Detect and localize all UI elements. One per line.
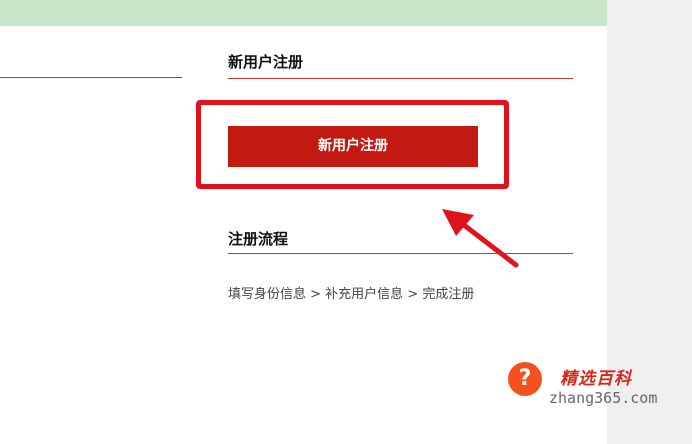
flow-section-divider bbox=[228, 253, 573, 254]
question-mark-icon: ? bbox=[508, 362, 542, 396]
red-arrow-icon bbox=[442, 209, 519, 268]
new-user-register-button[interactable]: 新用户注册 bbox=[228, 126, 478, 167]
top-banner bbox=[0, 0, 607, 26]
register-section-divider bbox=[228, 78, 573, 79]
register-flow-steps: 填写身份信息 > 补充用户信息 > 完成注册 bbox=[228, 287, 475, 302]
watermark-logo: ? 精选百科 zhang365.com bbox=[505, 356, 692, 422]
new-user-register-title: 新用户注册 bbox=[228, 53, 304, 71]
left-section-divider bbox=[0, 77, 182, 78]
register-flow-title: 注册流程 bbox=[228, 230, 289, 248]
watermark-domain: zhang365.com bbox=[549, 389, 658, 407]
watermark-brand: 精选百科 bbox=[560, 369, 632, 389]
